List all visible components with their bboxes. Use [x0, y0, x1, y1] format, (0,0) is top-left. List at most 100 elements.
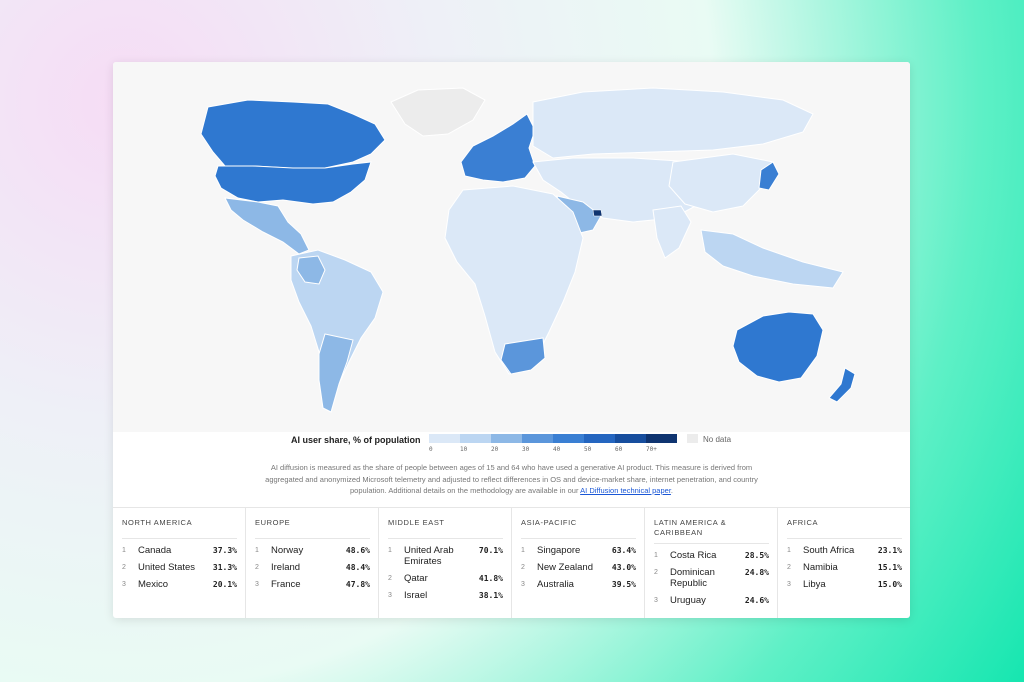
map-canada[interactable]: [200, 99, 386, 169]
map-india[interactable]: [652, 205, 692, 259]
region-column: ASIA-PACIFIC 1 Singapore 63.4% 2 New Zealand 4…: [512, 508, 645, 618]
rank-number: 3: [654, 597, 658, 604]
legend-swatch: [460, 434, 491, 443]
region-column: AFRICA 1 South Africa 23.1% 2 Namibia 15.1% 3 Li…: [778, 508, 910, 618]
rank-number: 1: [388, 547, 392, 554]
map-china[interactable]: [668, 153, 774, 213]
rank-number: 1: [122, 547, 126, 554]
rank-number: 2: [521, 564, 525, 571]
legend-tick-label: 60: [615, 446, 623, 453]
ranking-row: 2 Qatar 41.8%: [388, 570, 503, 587]
rank-number: 2: [255, 564, 259, 571]
region-title: MIDDLE EAST: [388, 518, 503, 539]
ranking-row: 2 Ireland 48.4%: [255, 559, 370, 576]
rank-number: 2: [654, 569, 658, 576]
rank-number: 2: [388, 575, 392, 582]
country-name: Israel: [404, 590, 428, 601]
region-title: LATIN AMERICA & CARIBBEAN: [654, 518, 769, 544]
share-value: 28.5%: [744, 551, 769, 560]
legend-swatch: [491, 434, 522, 443]
country-name: Norway: [271, 545, 304, 556]
share-value: 31.3%: [212, 563, 237, 572]
share-value: 70.1%: [478, 546, 503, 555]
map-mexico[interactable]: [224, 197, 310, 255]
rank-number: 1: [654, 552, 658, 559]
description-end: .: [670, 486, 674, 495]
legend-tick-label: 40: [553, 446, 561, 453]
country-name: Ireland: [271, 562, 301, 573]
ranking-row: 3 Australia 39.5%: [521, 576, 636, 593]
map-united-states[interactable]: [214, 161, 372, 205]
map-south-africa[interactable]: [500, 337, 546, 375]
legend-swatch: [615, 434, 646, 443]
share-value: 24.8%: [744, 568, 769, 577]
country-name: South Africa: [803, 545, 855, 556]
share-value: 43.0%: [611, 563, 636, 572]
legend-tick-label: 10: [460, 446, 468, 453]
country-name: Costa Rica: [670, 550, 717, 561]
map-australia[interactable]: [732, 311, 824, 383]
legend-color-scale: [429, 434, 677, 443]
map-greenland[interactable]: [390, 87, 486, 137]
ranking-row: 1 Canada 37.3%: [122, 542, 237, 559]
country-name: United Arab Emirates: [404, 545, 454, 567]
share-value: 48.4%: [345, 563, 370, 572]
share-value: 15.1%: [877, 563, 902, 572]
country-name: New Zealand: [537, 562, 593, 573]
ranking-row: 1 United Arab Emirates 70.1%: [388, 542, 503, 570]
region-column: EUROPE 1 Norway 48.6% 2 Ireland 48.4% 3 France 47…: [246, 508, 379, 618]
map-new-zealand[interactable]: [828, 367, 856, 403]
ranking-row: 1 South Africa 23.1%: [787, 542, 902, 559]
rank-number: 3: [787, 581, 791, 588]
map-argentina[interactable]: [318, 333, 354, 413]
rank-number: 3: [122, 581, 126, 588]
share-value: 48.6%: [345, 546, 370, 555]
ranking-row: 3 Uruguay 24.6%: [654, 592, 769, 609]
rank-number: 2: [122, 564, 126, 571]
region-column: NORTH AMERICA 1 Canada 37.3% 2 United States 3…: [113, 508, 246, 618]
country-name: Libya: [803, 579, 826, 590]
region-title: AFRICA: [787, 518, 902, 539]
rank-number: 1: [521, 547, 525, 554]
legend-ticks: 0 10 20 30 40 50 60 70+: [425, 446, 695, 456]
ranking-row: 3 France 47.8%: [255, 576, 370, 593]
legend-swatch: [553, 434, 584, 443]
map-southeast-asia[interactable]: [700, 229, 844, 289]
country-name: Mexico: [138, 579, 169, 590]
region-title: ASIA-PACIFIC: [521, 518, 636, 539]
technical-paper-link[interactable]: AI Diffusion technical paper: [580, 486, 671, 495]
ranking-row: 2 Namibia 15.1%: [787, 559, 902, 576]
share-value: 24.6%: [744, 596, 769, 605]
share-value: 39.5%: [611, 580, 636, 589]
share-value: 47.8%: [345, 580, 370, 589]
map-europe[interactable]: [460, 113, 536, 183]
map-legend: AI user share, % of population 0 10 20 30 40…: [113, 432, 910, 466]
rank-number: 3: [521, 581, 525, 588]
description-text: AI diffusion is measured as the share of…: [265, 463, 758, 495]
rank-number: 1: [787, 547, 791, 554]
share-value: 20.1%: [212, 580, 237, 589]
map-uae[interactable]: [592, 209, 603, 217]
share-value: 37.3%: [212, 546, 237, 555]
legend-tick-label: 30: [522, 446, 530, 453]
legend-title: AI user share, % of population: [291, 435, 421, 445]
region-column: MIDDLE EAST 1 United Arab Emirates 70.1% 2 Qa…: [379, 508, 512, 618]
country-name: France: [271, 579, 301, 590]
country-name: Singapore: [537, 545, 581, 556]
rank-number: 3: [255, 581, 259, 588]
ranking-row: 1 Costa Rica 28.5%: [654, 547, 769, 564]
share-value: 38.1%: [478, 591, 503, 600]
map-russia[interactable]: [532, 87, 814, 159]
country-name: Canada: [138, 545, 172, 556]
legend-tick-label: 70+: [646, 446, 657, 453]
legend-tick-label: 50: [584, 446, 592, 453]
legend-tick-label: 0: [429, 446, 433, 453]
share-value: 63.4%: [611, 546, 636, 555]
region-title: EUROPE: [255, 518, 370, 539]
rank-number: 3: [388, 592, 392, 599]
ai-diffusion-card: AI user share, % of population 0 10 20 30 40…: [113, 62, 910, 618]
methodology-description: AI diffusion is measured as the share of…: [263, 462, 760, 497]
country-name: Uruguay: [670, 595, 706, 606]
ranking-row: 2 Dominican Republic 24.8%: [654, 564, 769, 592]
no-data-swatch: [687, 434, 698, 443]
